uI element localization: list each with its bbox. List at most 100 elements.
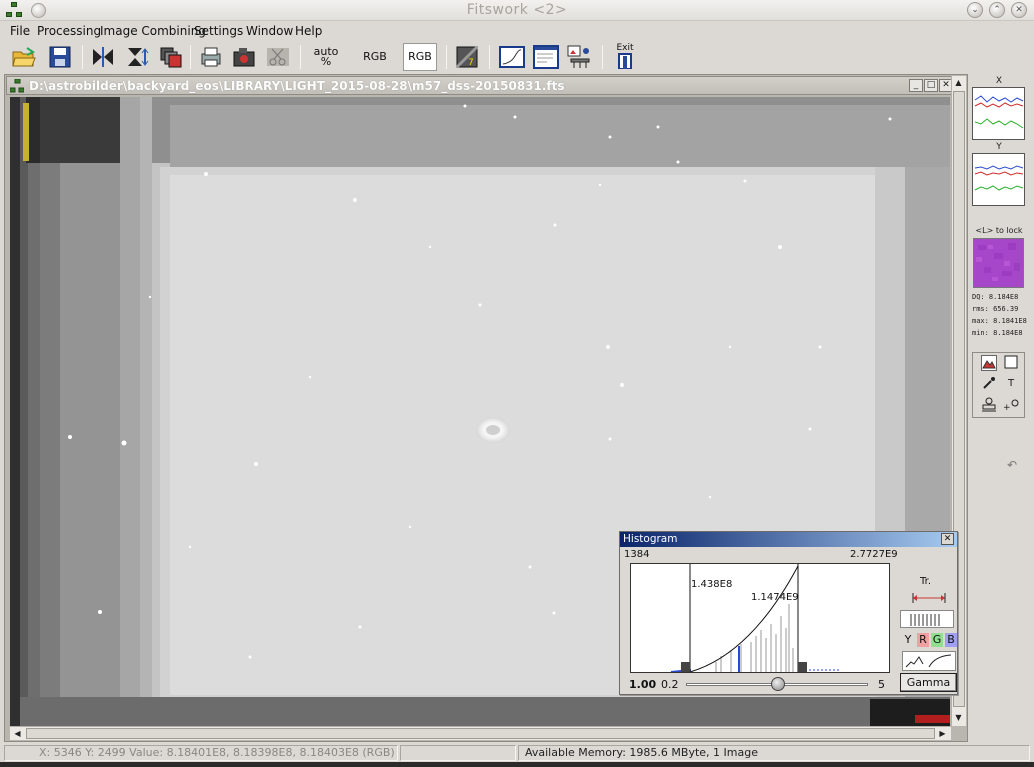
dark-frame-button[interactable] — [229, 43, 259, 71]
batch-processing-button[interactable] — [565, 43, 595, 71]
tool-group: T + — [972, 352, 1025, 418]
flip-horizontal-icon — [93, 47, 113, 67]
scissors-icon — [267, 48, 289, 66]
menu-file[interactable]: File — [10, 24, 30, 38]
printer-icon — [201, 47, 221, 67]
stamp-icon — [982, 397, 996, 412]
menu-processing[interactable]: Processing — [37, 24, 101, 38]
pixel-stats: DQ: 8.184E8 rms: 656.39 max: 8.1841E8 mi… — [972, 291, 1027, 339]
status-empty-field — [400, 745, 516, 761]
scroll-right-icon[interactable]: ▶ — [936, 727, 949, 740]
camera-icon — [233, 48, 255, 67]
print-button[interactable] — [196, 43, 226, 71]
lock-hint: <L> to lock — [975, 226, 1023, 235]
curve-preset-button[interactable] — [902, 651, 956, 671]
fits-header-button[interactable] — [531, 43, 561, 71]
toolbar: auto% RGB RGB 7 Exit — [0, 41, 1034, 73]
doc-minimize-icon[interactable]: _ — [909, 79, 923, 92]
open-file-button[interactable] — [9, 43, 39, 71]
stat-dq: DQ: 8.184E8 — [972, 293, 1019, 301]
histogram-window: Histogram ✕ 1384 2.7727E9 1.438E8 1.1474… — [619, 531, 958, 695]
scissors-button[interactable] — [263, 43, 293, 71]
histogram-close-icon[interactable]: ✕ — [941, 533, 954, 545]
taskbar-strip — [0, 762, 1034, 767]
scroll-down-icon[interactable]: ▼ — [952, 711, 965, 724]
status-bar: X: 5346 Y: 2499 Value: 8.18401E8, 8.1839… — [0, 744, 1034, 762]
histogram-plot[interactable] — [630, 563, 890, 673]
toolbar-separator — [190, 45, 191, 69]
gamma-button[interactable]: Gamma — [900, 673, 957, 692]
histogram-title: Histogram — [623, 533, 678, 545]
minimize-icon[interactable]: ⌄ — [967, 2, 983, 18]
histogram-title-bar[interactable]: Histogram ✕ — [620, 532, 957, 547]
horizontal-scrollbar[interactable]: ◀ ▶ — [10, 726, 951, 740]
image-select-tool[interactable] — [981, 355, 997, 371]
y-profile-graph — [972, 153, 1025, 206]
flip-vertical-icon — [128, 48, 149, 66]
crosshair-circle-icon: + — [1003, 399, 1019, 413]
maximize-icon[interactable]: ⌃ — [989, 2, 1005, 18]
channel-r-button[interactable]: R — [917, 633, 929, 647]
range-arrows-icon[interactable] — [909, 591, 949, 605]
stat-min: min: 8.184E8 — [972, 329, 1023, 337]
flip-vertical-button[interactable] — [122, 43, 152, 71]
document-icon — [10, 79, 24, 93]
histogram-max-value: 2.7727E9 — [850, 549, 898, 560]
rectangle-tool[interactable] — [1003, 355, 1019, 371]
document-path: D:\astrobilder\backyard_eos\LIBRARY\LIGH… — [29, 79, 565, 93]
exit-label: Exit — [616, 43, 634, 53]
text-tool[interactable]: T — [1003, 376, 1019, 392]
gamma-value: 1.00 — [629, 678, 657, 691]
menu-help[interactable]: Help — [295, 24, 322, 38]
toolbar-separator — [82, 45, 83, 69]
histogram-left-marker: 1.438E8 — [691, 579, 733, 590]
histogram-min-value: 1384 — [624, 549, 650, 560]
gradient-button[interactable]: 7 — [452, 43, 482, 71]
undo-icon[interactable]: ↶ — [1007, 458, 1017, 472]
cursor-readout: X: 5346 Y: 2499 Value: 8.18401E8, 8.1839… — [4, 745, 398, 761]
menu-image-combining[interactable]: Image Combining — [100, 24, 206, 38]
channel-b-button[interactable]: B — [945, 633, 957, 647]
channel-g-button[interactable]: G — [931, 633, 943, 647]
pipette-icon — [983, 377, 995, 389]
scroll-left-icon[interactable]: ◀ — [11, 727, 24, 740]
auto-stretch-label: auto% — [313, 45, 339, 68]
histogram-right-marker: 1.1474E9 — [751, 592, 799, 603]
document-title-bar[interactable]: D:\astrobilder\backyard_eos\LIBRARY\LIGH… — [6, 76, 953, 95]
toolbar-separator — [602, 45, 603, 69]
auto-stretch-button[interactable]: auto% — [311, 43, 341, 71]
svg-text:7: 7 — [468, 58, 474, 68]
menu-bar: File Processing Image Combining Settings… — [0, 21, 1034, 41]
batch-icon — [567, 45, 590, 68]
histogram-stretch-button[interactable] — [900, 610, 954, 628]
horizontal-scroll-thumb[interactable] — [26, 728, 935, 739]
stamp-tool[interactable] — [981, 397, 997, 413]
gamma-slider-max: 5 — [878, 678, 885, 691]
transfer-label: Tr. — [920, 576, 932, 587]
rgb-toggle-button[interactable]: RGB — [403, 43, 437, 71]
flip-horizontal-button[interactable] — [88, 43, 118, 71]
menu-settings[interactable]: Settings — [194, 24, 243, 38]
star-marker-tool[interactable]: + — [1003, 397, 1019, 413]
document-list-icon — [533, 45, 559, 69]
floppy-icon — [49, 46, 71, 68]
gamma-slider-min: 0.2 — [661, 678, 679, 691]
menu-window[interactable]: Window — [246, 24, 293, 38]
toolbar-separator — [300, 45, 301, 69]
close-icon[interactable]: ✕ — [1011, 2, 1027, 18]
gamma-slider-thumb[interactable] — [771, 677, 785, 691]
picture-icon — [982, 360, 996, 369]
toolbar-separator — [489, 45, 490, 69]
histogram-window-button[interactable] — [497, 43, 527, 71]
pipette-tool[interactable] — [981, 376, 997, 392]
doc-maximize-icon[interactable]: □ — [924, 79, 938, 92]
rgb-balance-button[interactable]: RGB — [360, 43, 390, 71]
svg-text:+: + — [1003, 403, 1011, 413]
exit-button[interactable]: Exit — [610, 43, 640, 71]
scroll-up-icon[interactable]: ▲ — [952, 76, 965, 89]
x-profile-label: X — [995, 76, 1003, 86]
image-stack-button[interactable] — [156, 43, 186, 71]
stat-rms: rms: 656.39 — [972, 305, 1019, 313]
save-file-button[interactable] — [45, 43, 75, 71]
channel-y-button[interactable]: Y — [902, 633, 914, 647]
